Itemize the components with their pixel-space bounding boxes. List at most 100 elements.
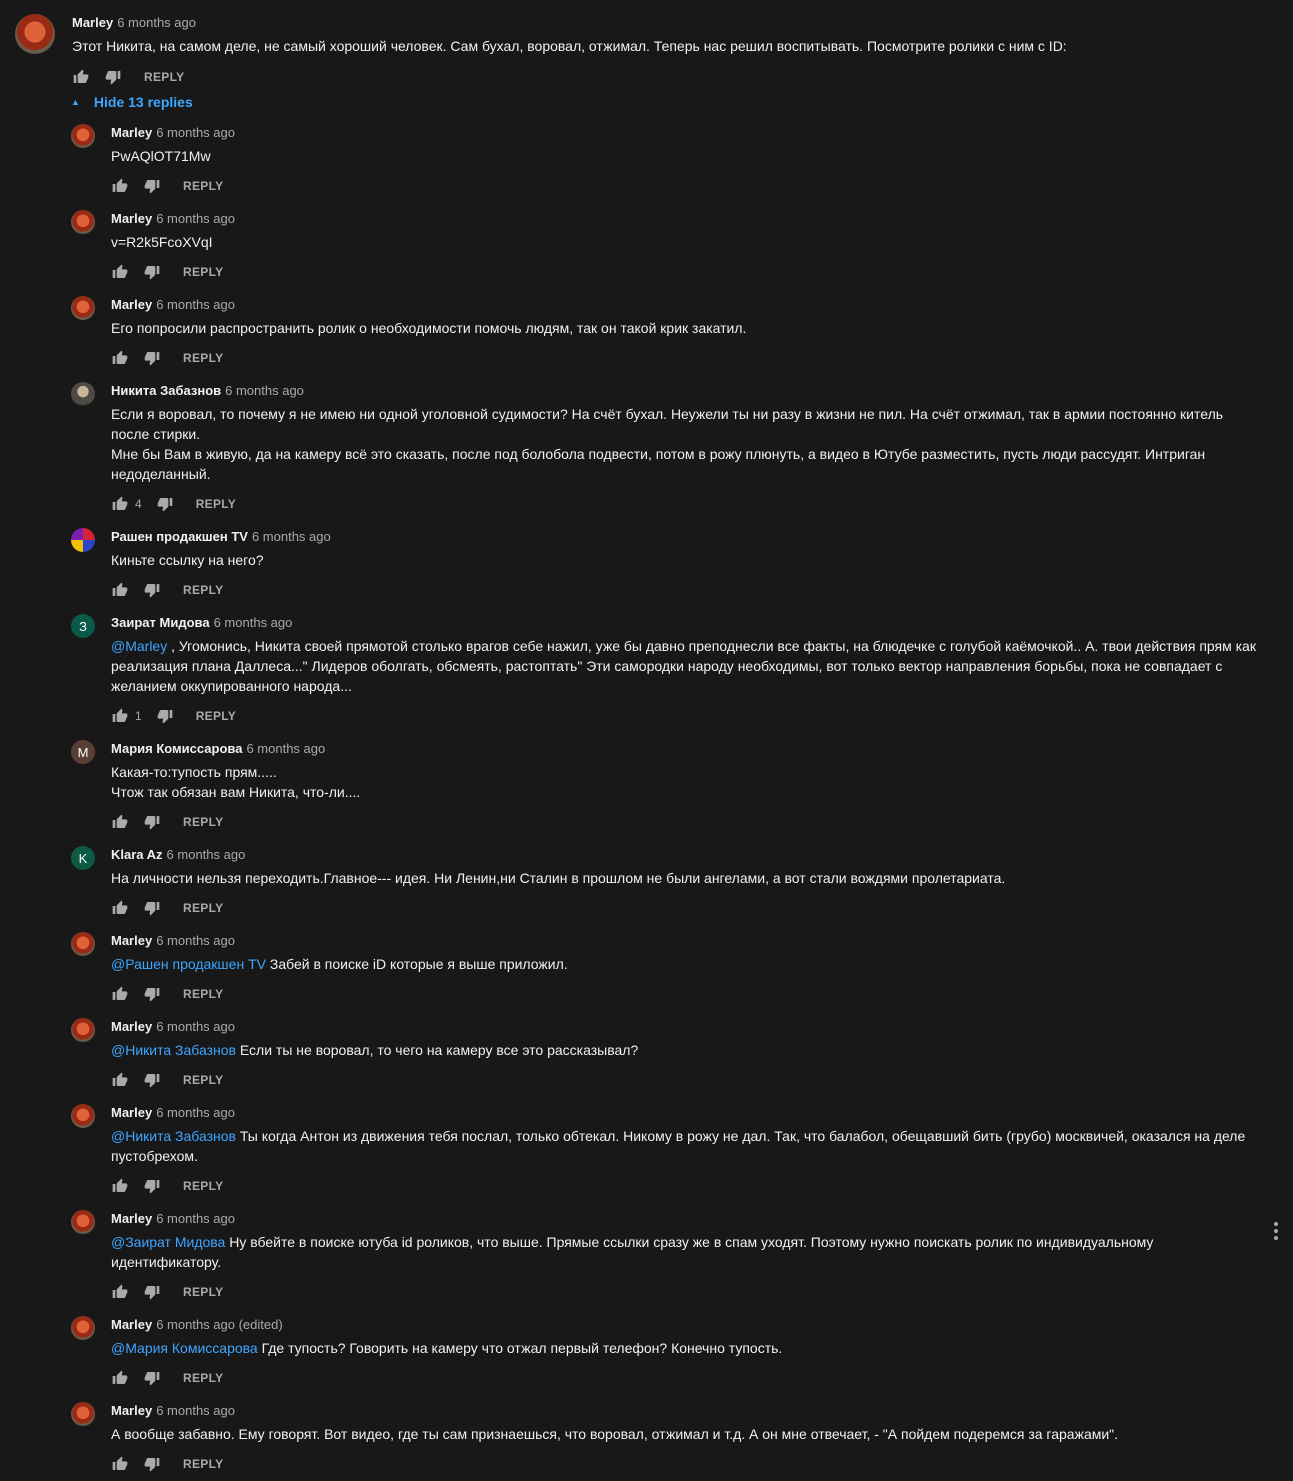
like-button[interactable] (111, 985, 129, 1003)
dislike-button[interactable] (143, 1071, 161, 1089)
mention-link[interactable]: @Заират Мидова (111, 1234, 225, 1250)
like-button[interactable] (111, 349, 129, 367)
avatar[interactable] (71, 124, 95, 148)
mention-link[interactable]: @Никита Забазнов (111, 1042, 236, 1058)
avatar[interactable] (71, 382, 95, 406)
dislike-button[interactable] (104, 68, 122, 86)
author-name[interactable]: Никита Забазнов (111, 383, 221, 398)
avatar[interactable] (71, 1018, 95, 1042)
reply-button[interactable]: REPLY (183, 1179, 223, 1193)
comment-time[interactable]: 6 months ago (156, 297, 235, 312)
like-button[interactable] (111, 177, 129, 195)
reply-button[interactable]: REPLY (183, 1073, 223, 1087)
comment-time[interactable]: 6 months ago (117, 15, 196, 30)
reply-button[interactable]: REPLY (183, 901, 223, 915)
dislike-button[interactable] (156, 707, 174, 725)
like-button[interactable] (111, 495, 129, 513)
like-button[interactable] (111, 1283, 129, 1301)
dislike-button[interactable] (156, 495, 174, 513)
reply-button[interactable]: REPLY (183, 351, 223, 365)
author-name[interactable]: Рашен продакшен TV (111, 529, 248, 544)
comment-time[interactable]: 6 months ago (156, 211, 235, 226)
reply-button[interactable]: REPLY (183, 265, 223, 279)
comment-time[interactable]: 6 months ago (246, 741, 325, 756)
like-button[interactable] (72, 68, 90, 86)
hide-replies-button[interactable]: ▲ Hide 13 replies (71, 94, 193, 110)
author-name[interactable]: Marley (111, 211, 152, 226)
author-name[interactable]: Marley (111, 297, 152, 312)
avatar[interactable]: З (71, 614, 95, 638)
dislike-button[interactable] (143, 813, 161, 831)
comment-time[interactable]: 6 months ago (156, 125, 235, 140)
mention-link[interactable]: @Мария Комиссарова (111, 1340, 258, 1356)
avatar[interactable] (71, 1402, 95, 1426)
reply-button[interactable]: REPLY (144, 70, 184, 84)
mention-link[interactable]: @Рашен продакшен TV (111, 956, 266, 972)
author-name[interactable]: Marley (111, 1317, 152, 1332)
like-button[interactable] (111, 899, 129, 917)
reply-button[interactable]: REPLY (183, 987, 223, 1001)
like-button[interactable] (111, 263, 129, 281)
dislike-button[interactable] (143, 349, 161, 367)
like-button[interactable] (111, 1177, 129, 1195)
reply-button[interactable]: REPLY (183, 815, 223, 829)
avatar[interactable]: М (71, 740, 95, 764)
comment-time[interactable]: 6 months ago (167, 847, 246, 862)
mention-link[interactable]: @Marley (111, 638, 167, 654)
hide-replies-label: Hide 13 replies (93, 94, 193, 110)
comment-time[interactable]: 6 months ago (225, 383, 304, 398)
thumbs-down-icon (144, 816, 160, 830)
like-button[interactable] (111, 1071, 129, 1089)
avatar[interactable] (71, 1316, 95, 1340)
comment-time[interactable]: 6 months ago (156, 1211, 235, 1226)
dislike-button[interactable] (143, 263, 161, 281)
like-button[interactable] (111, 581, 129, 599)
avatar[interactable] (71, 932, 95, 956)
comment-time[interactable]: 6 months ago (156, 1403, 235, 1418)
avatar[interactable] (71, 1210, 95, 1234)
avatar[interactable] (15, 14, 55, 54)
comment-time[interactable]: 6 months ago (156, 933, 235, 948)
reply-button[interactable]: REPLY (196, 497, 236, 511)
dislike-button[interactable] (143, 985, 161, 1003)
avatar[interactable] (71, 296, 95, 320)
comment-time[interactable]: 6 months ago (edited) (156, 1317, 282, 1332)
author-name[interactable]: Marley (111, 933, 152, 948)
avatar[interactable] (71, 1104, 95, 1128)
author-name[interactable]: Marley (72, 15, 113, 30)
dislike-button[interactable] (143, 1369, 161, 1387)
reply-button[interactable]: REPLY (196, 709, 236, 723)
like-button[interactable] (111, 813, 129, 831)
dislike-button[interactable] (143, 581, 161, 599)
dislike-button[interactable] (143, 1455, 161, 1473)
dislike-button[interactable] (143, 899, 161, 917)
avatar[interactable] (71, 210, 95, 234)
author-name[interactable]: Marley (111, 125, 152, 140)
dislike-button[interactable] (143, 177, 161, 195)
author-name[interactable]: Klara Az (111, 847, 163, 862)
mention-link[interactable]: @Никита Забазнов (111, 1128, 236, 1144)
reply-button[interactable]: REPLY (183, 1371, 223, 1385)
more-vert-icon[interactable] (1268, 1220, 1284, 1242)
author-name[interactable]: Marley (111, 1105, 152, 1120)
reply-button[interactable]: REPLY (183, 179, 223, 193)
comment-time[interactable]: 6 months ago (156, 1019, 235, 1034)
reply-button[interactable]: REPLY (183, 583, 223, 597)
avatar[interactable] (71, 528, 95, 552)
dislike-button[interactable] (143, 1177, 161, 1195)
reply-button[interactable]: REPLY (183, 1285, 223, 1299)
dislike-button[interactable] (143, 1283, 161, 1301)
avatar[interactable]: K (71, 846, 95, 870)
reply-button[interactable]: REPLY (183, 1457, 223, 1471)
like-button[interactable] (111, 1455, 129, 1473)
author-name[interactable]: Заират Мидова (111, 615, 210, 630)
comment-time[interactable]: 6 months ago (214, 615, 293, 630)
like-button[interactable] (111, 1369, 129, 1387)
author-name[interactable]: Мария Комиссарова (111, 741, 242, 756)
like-button[interactable] (111, 707, 129, 725)
comment-time[interactable]: 6 months ago (156, 1105, 235, 1120)
comment-time[interactable]: 6 months ago (252, 529, 331, 544)
author-name[interactable]: Marley (111, 1211, 152, 1226)
author-name[interactable]: Marley (111, 1019, 152, 1034)
author-name[interactable]: Marley (111, 1403, 152, 1418)
